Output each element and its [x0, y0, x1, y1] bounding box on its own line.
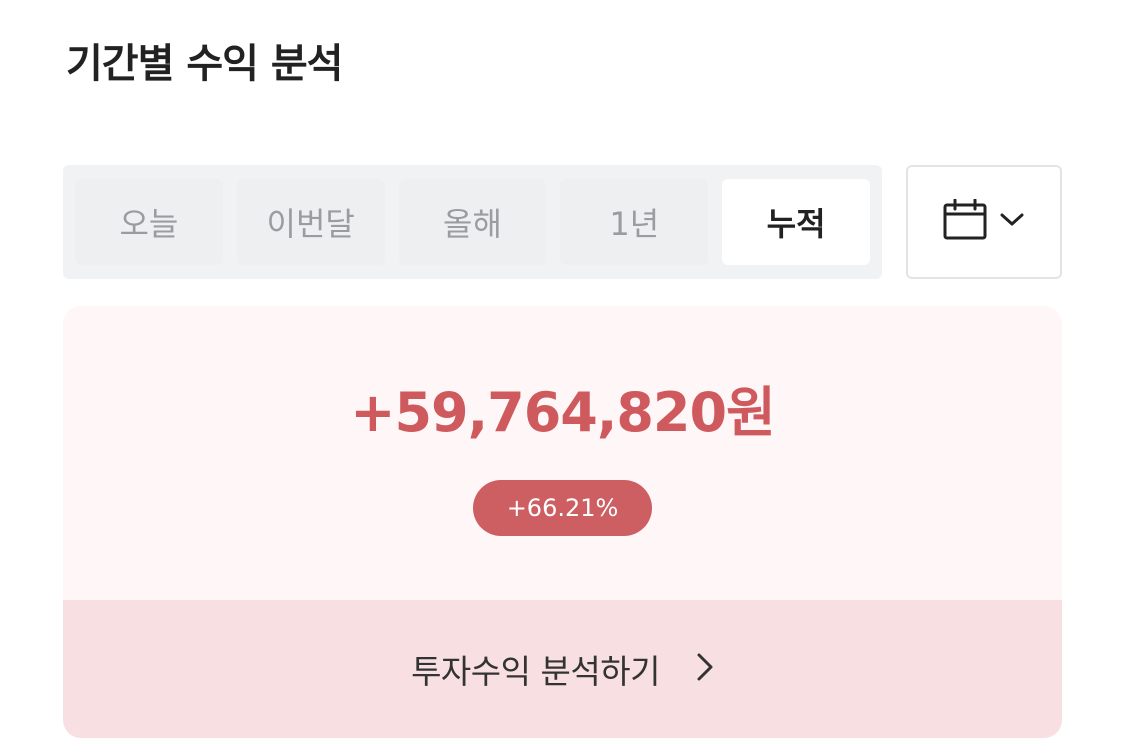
chevron-right-icon [696, 652, 714, 686]
chevron-down-icon [999, 212, 1025, 232]
tab-this-month[interactable]: 이번달 [236, 179, 385, 265]
profit-rate-wrap: +66.21% [63, 480, 1062, 536]
calendar-icon [943, 198, 987, 245]
profit-analysis-link[interactable]: 투자수익 분석하기 [63, 600, 1062, 738]
date-range-button[interactable] [906, 165, 1062, 279]
tab-this-year[interactable]: 올해 [398, 179, 547, 265]
profit-amount: +59,764,820원 [350, 381, 776, 444]
period-profit-page: 기간별 수익 분석 오늘 이번달 올해 1년 누적 +59,764,820원 +… [0, 0, 1125, 746]
tab-one-year[interactable]: 1년 [560, 179, 709, 265]
tab-today[interactable]: 오늘 [75, 179, 223, 265]
profit-analysis-link-label: 투자수익 분석하기 [411, 652, 660, 691]
tab-cumulative[interactable]: 누적 [722, 179, 870, 265]
period-tab-bar: 오늘 이번달 올해 1년 누적 [63, 165, 882, 279]
profit-rate-badge: +66.21% [472, 480, 653, 536]
page-title: 기간별 수익 분석 [66, 41, 343, 87]
profit-summary-card: +59,764,820원 +66.21% 투자수익 분석하기 [63, 306, 1062, 738]
